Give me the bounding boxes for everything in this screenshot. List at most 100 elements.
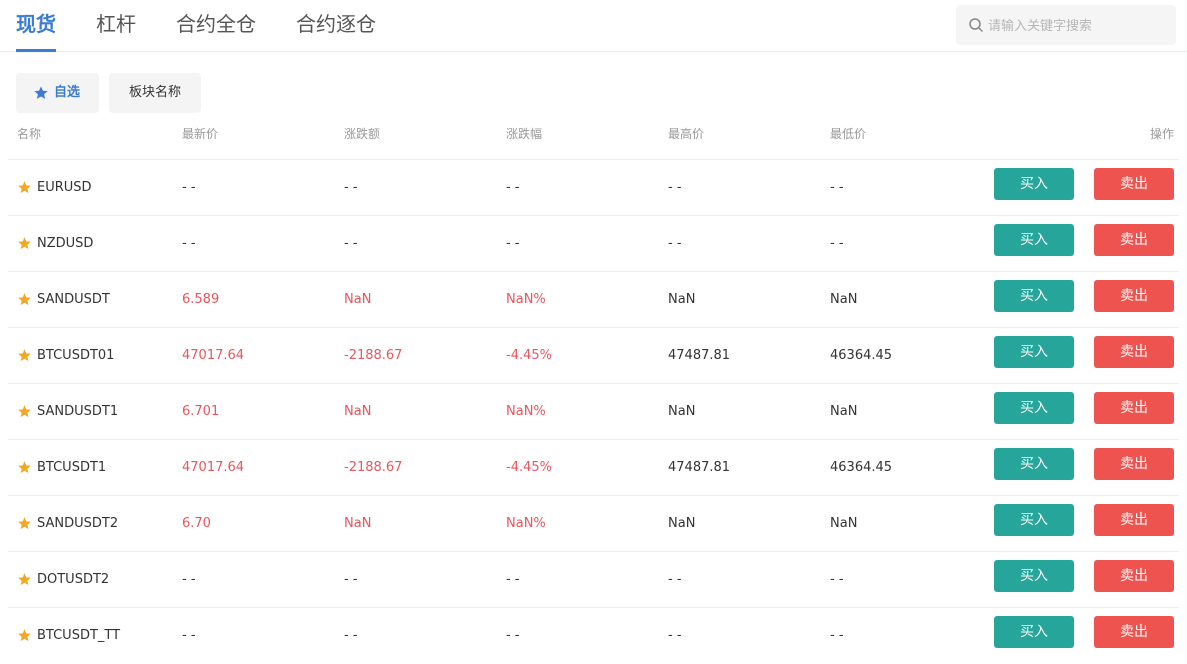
- sector-filter-button[interactable]: 板块名称: [109, 73, 201, 113]
- change-percent: - -: [506, 572, 520, 587]
- tab-margin[interactable]: 杠杆: [96, 10, 136, 38]
- buy-button[interactable]: 买入: [994, 392, 1074, 424]
- sell-button[interactable]: 卖出: [1094, 336, 1174, 368]
- buy-button[interactable]: 买入: [994, 560, 1074, 592]
- symbol-name: SANDUSDT1: [37, 404, 119, 419]
- change-amount: - -: [344, 628, 358, 643]
- table-row[interactable]: SANDUSDT1 6.701 NaN NaN% NaN NaN 买入 卖出: [8, 383, 1179, 439]
- latest-price: - -: [182, 236, 196, 251]
- table-row[interactable]: BTCUSDT01 47017.64 -2188.67 -4.45% 47487…: [8, 327, 1179, 383]
- low-price: - -: [830, 572, 844, 587]
- change-amount: NaN: [344, 292, 372, 307]
- sell-button[interactable]: 卖出: [1094, 448, 1174, 480]
- table-row[interactable]: NZDUSD - - - - - - - - - - 买入 卖出: [8, 215, 1179, 271]
- star-icon[interactable]: [17, 292, 32, 307]
- star-icon[interactable]: [17, 236, 32, 251]
- latest-price: - -: [182, 572, 196, 587]
- symbol-name: SANDUSDT2: [37, 516, 119, 531]
- low-price: - -: [830, 180, 844, 195]
- high-price: NaN: [668, 516, 696, 531]
- low-price: 46364.45: [830, 348, 893, 363]
- header-change: 涨跌额: [344, 127, 381, 141]
- tab-contract-cross[interactable]: 合约全仓: [176, 10, 256, 38]
- star-icon[interactable]: [17, 572, 32, 587]
- low-price: NaN: [830, 516, 858, 531]
- symbol-name: BTCUSDT_TT: [37, 628, 121, 643]
- low-price: - -: [830, 628, 844, 643]
- sell-button[interactable]: 卖出: [1094, 560, 1174, 592]
- sell-button[interactable]: 卖出: [1094, 504, 1174, 536]
- symbol-name: BTCUSDT01: [37, 348, 115, 363]
- table-row[interactable]: SANDUSDT2 6.70 NaN NaN% NaN NaN 买入 卖出: [8, 495, 1179, 551]
- latest-price: 47017.64: [182, 348, 245, 363]
- symbol-name: BTCUSDT1: [37, 460, 107, 475]
- table-row[interactable]: DOTUSDT2 - - - - - - - - - - 买入 卖出: [8, 551, 1179, 607]
- star-icon[interactable]: [17, 516, 32, 531]
- buy-button[interactable]: 买入: [994, 336, 1074, 368]
- change-percent: -4.45%: [506, 348, 552, 363]
- sell-button[interactable]: 卖出: [1094, 280, 1174, 312]
- table-row[interactable]: SANDUSDT 6.589 NaN NaN% NaN NaN 买入 卖出: [8, 271, 1179, 327]
- sell-button[interactable]: 卖出: [1094, 224, 1174, 256]
- change-amount: - -: [344, 236, 358, 251]
- star-icon[interactable]: [17, 348, 32, 363]
- sell-button[interactable]: 卖出: [1094, 392, 1174, 424]
- buy-button[interactable]: 买入: [994, 448, 1074, 480]
- table-row[interactable]: EURUSD - - - - - - - - - - 买入 卖出: [8, 159, 1179, 215]
- change-amount: NaN: [344, 404, 372, 419]
- change-percent: - -: [506, 180, 520, 195]
- symbol-name: EURUSD: [37, 180, 92, 195]
- header-action: 操作: [1150, 127, 1175, 141]
- tab-contract-isolated[interactable]: 合约逐仓: [296, 10, 376, 38]
- latest-price: - -: [182, 628, 196, 643]
- change-percent: - -: [506, 628, 520, 643]
- high-price: - -: [668, 236, 682, 251]
- low-price: NaN: [830, 292, 858, 307]
- header-price: 最新价: [182, 127, 219, 141]
- buy-button[interactable]: 买入: [994, 224, 1074, 256]
- header-high: 最高价: [668, 127, 705, 141]
- buy-button[interactable]: 买入: [994, 168, 1074, 200]
- latest-price: 6.70: [182, 516, 211, 531]
- star-icon[interactable]: [17, 628, 32, 643]
- change-percent: - -: [506, 236, 520, 251]
- change-percent: NaN%: [506, 516, 546, 531]
- search-box[interactable]: [956, 5, 1176, 47]
- tab-spot[interactable]: 现货: [16, 10, 56, 38]
- latest-price: 6.589: [182, 292, 220, 307]
- symbol-name: SANDUSDT: [37, 292, 110, 307]
- high-price: NaN: [668, 292, 696, 307]
- change-amount: - -: [344, 572, 358, 587]
- favorites-filter-button[interactable]: 自选: [16, 73, 99, 113]
- top-tab-bar: 现货 杠杆 合约全仓 合约逐仓: [0, 0, 1187, 52]
- latest-price: - -: [182, 180, 196, 195]
- favorites-label: 自选: [54, 85, 81, 100]
- latest-price: 6.701: [182, 404, 220, 419]
- high-price: - -: [668, 628, 682, 643]
- buy-button[interactable]: 买入: [994, 616, 1074, 648]
- buy-button[interactable]: 买入: [994, 504, 1074, 536]
- table-row[interactable]: BTCUSDT1 47017.64 -2188.67 -4.45% 47487.…: [8, 439, 1179, 495]
- star-icon[interactable]: [17, 460, 32, 475]
- change-amount: - -: [344, 180, 358, 195]
- search-input[interactable]: [986, 5, 1172, 47]
- high-price: - -: [668, 180, 682, 195]
- header-name: 名称: [17, 127, 42, 141]
- sell-button[interactable]: 卖出: [1094, 616, 1174, 648]
- high-price: NaN: [668, 404, 696, 419]
- high-price: 47487.81: [668, 460, 731, 475]
- table-row[interactable]: BTCUSDT_TT - - - - - - - - - - 买入 卖出: [8, 607, 1179, 663]
- header-low: 最低价: [830, 127, 867, 141]
- high-price: 47487.81: [668, 348, 731, 363]
- low-price: NaN: [830, 404, 858, 419]
- change-percent: NaN%: [506, 292, 546, 307]
- star-icon: [34, 86, 48, 99]
- change-percent: -4.45%: [506, 460, 552, 475]
- star-icon[interactable]: [17, 180, 32, 195]
- star-icon[interactable]: [17, 404, 32, 419]
- change-amount: NaN: [344, 516, 372, 531]
- active-tab-indicator: [16, 49, 56, 52]
- low-price: 46364.45: [830, 460, 893, 475]
- sell-button[interactable]: 卖出: [1094, 168, 1174, 200]
- buy-button[interactable]: 买入: [994, 280, 1074, 312]
